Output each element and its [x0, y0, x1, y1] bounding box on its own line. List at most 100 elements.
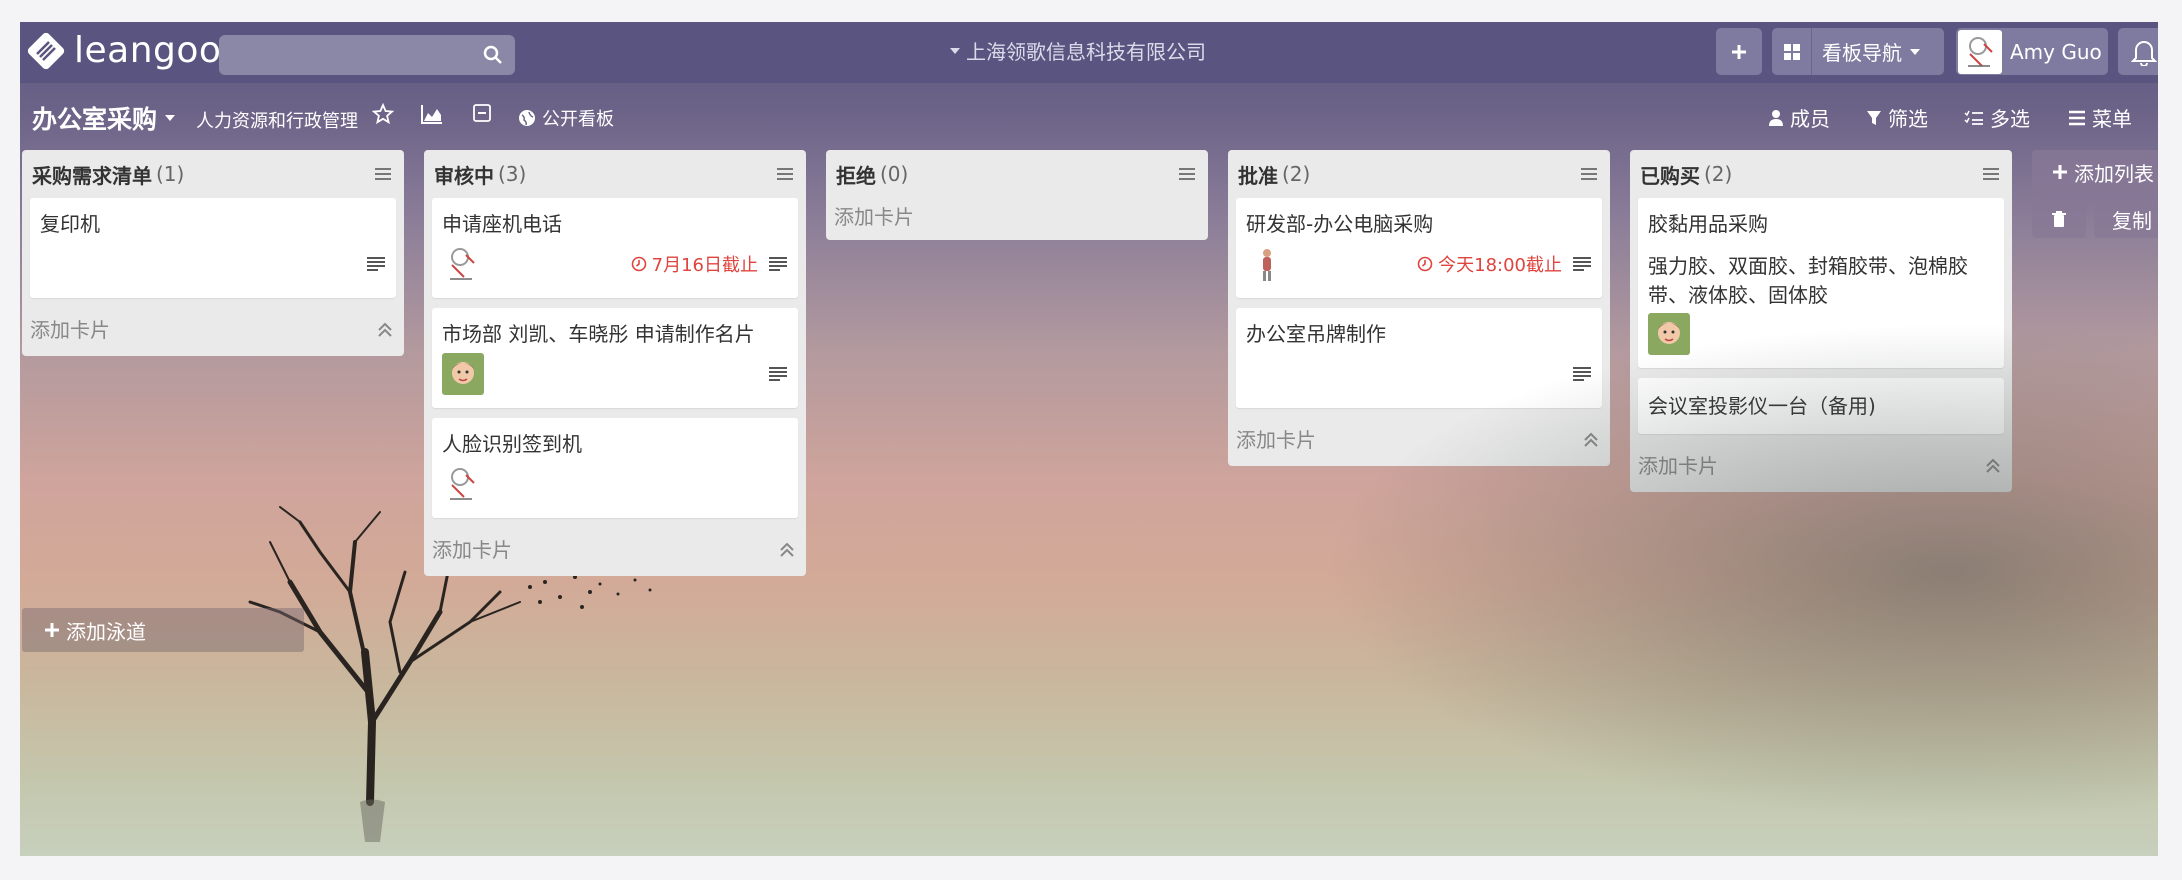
search-icon[interactable] [483, 45, 503, 69]
member-avatar[interactable] [1246, 243, 1288, 285]
add-swimlane-button[interactable]: 添加泳道 [22, 608, 304, 652]
add-card-button[interactable]: 添加卡片 [1236, 418, 1602, 458]
list-header[interactable]: 已购买 (2) [1638, 150, 2004, 198]
members-button[interactable]: 成员 [1768, 103, 1830, 132]
clock-icon [1417, 256, 1433, 272]
create-button[interactable] [1716, 28, 1762, 75]
filter-label: 筛选 [1888, 107, 1928, 131]
card-title: 申请座机电话 [442, 212, 562, 236]
collapse-up-icon[interactable] [778, 540, 796, 558]
hamburger-icon [2069, 110, 2085, 125]
card[interactable]: 人脸识别签到机 [432, 418, 798, 518]
member-avatar[interactable] [442, 243, 484, 285]
description-icon [769, 367, 787, 381]
collapse-up-icon[interactable] [376, 320, 394, 338]
card-footer [40, 242, 386, 286]
globe-icon [519, 110, 535, 126]
star-icon[interactable] [371, 102, 395, 129]
delete-button[interactable] [2032, 200, 2086, 238]
list-header[interactable]: 拒绝 (0) [834, 150, 1200, 198]
filter-button[interactable]: 筛选 [1866, 103, 1928, 132]
list-header[interactable]: 采购需求清单 (1) [30, 150, 396, 198]
user-menu[interactable]: Amy Guo [1956, 28, 2108, 75]
add-card-button[interactable]: 添加卡片 [432, 528, 798, 568]
card[interactable]: 复印机 [30, 198, 396, 298]
board-app: leangoo 上海领歌信息科技有限公司 看板导航 Amy Guo 办公室采购 … [20, 22, 2158, 856]
list-title: 拒绝 [836, 163, 876, 188]
list-count: (2) [1704, 162, 1733, 186]
card-footer [442, 462, 788, 506]
list-check-icon [1964, 110, 1983, 125]
copy-button[interactable]: 复制 [2094, 200, 2158, 238]
card-title: 复印机 [40, 212, 100, 236]
card-title: 人脸识别签到机 [442, 432, 582, 456]
list-menu-icon[interactable] [776, 166, 794, 185]
user-icon [1769, 109, 1783, 126]
collapse-box-icon[interactable] [472, 103, 492, 127]
description-icon [1573, 367, 1591, 381]
add-list-label: 添加列表 [2074, 161, 2154, 186]
members-label: 成员 [1790, 107, 1830, 131]
logo-text: leangoo [74, 30, 222, 71]
organization-switcher[interactable]: 上海领歌信息科技有限公司 [950, 36, 1206, 65]
list-menu-icon[interactable] [1178, 166, 1196, 185]
plus-icon [45, 623, 59, 637]
member-avatar[interactable] [1648, 313, 1690, 355]
board-navigation-button[interactable]: 看板导航 [1772, 28, 1944, 75]
public-board-label: 公开看板 [542, 109, 614, 130]
add-card-button[interactable]: 添加卡片 [834, 198, 1200, 232]
board-title[interactable]: 办公室采购 [32, 100, 176, 136]
due-date-badge[interactable]: 7月16日截止 [631, 251, 758, 277]
list-menu-icon[interactable] [374, 166, 392, 185]
collapse-up-icon[interactable] [1984, 456, 2002, 474]
user-name: Amy Guo [2010, 39, 2102, 64]
list-rejected: 拒绝 (0) 添加卡片 [826, 150, 1208, 240]
collapse-up-icon[interactable] [1582, 430, 1600, 448]
board-header: 办公室采购 人力资源和行政管理 公开看板 成员 筛选 多选 菜单 [20, 83, 2158, 145]
card[interactable]: 申请座机电话 7月16日截止 [432, 198, 798, 298]
card-title: 研发部-办公电脑采购 [1246, 212, 1434, 236]
card[interactable]: 会议室投影仪一台（备用) [1638, 378, 2004, 434]
member-avatar[interactable] [442, 463, 484, 505]
card[interactable]: 市场部 刘凯、车晓彤 申请制作名片 [432, 308, 798, 408]
add-list-button[interactable]: 添加列表 [2032, 150, 2158, 194]
card[interactable]: 研发部-办公电脑采购 今天18:00截止 [1236, 198, 1602, 298]
top-navigation-bar: leangoo 上海领歌信息科技有限公司 看板导航 Amy Guo [20, 22, 2158, 83]
description-icon [769, 257, 787, 271]
leangoo-logo[interactable]: leangoo [26, 30, 221, 71]
card-title: 办公室吊牌制作 [1246, 322, 1386, 346]
card[interactable]: 办公室吊牌制作 [1236, 308, 1602, 408]
card-title: 会议室投影仪一台（备用) [1648, 394, 1876, 418]
list-under-review: 审核中 (3) 申请座机电话 7月16日截止 市场部 刘凯、车晓彤 申请制作名片 [424, 150, 806, 576]
card[interactable]: 胶黏用品采购 强力胶、双面胶、封箱胶带、泡棉胶带、液体胶、固体胶 [1638, 198, 2004, 368]
multi-select-button[interactable]: 多选 [1964, 103, 2030, 132]
multi-select-label: 多选 [1990, 107, 2030, 131]
due-date-text: 今天18:00截止 [1438, 255, 1562, 276]
list-header[interactable]: 审核中 (3) [432, 150, 798, 198]
list-menu-icon[interactable] [1982, 166, 2000, 185]
add-swimlane-label: 添加泳道 [66, 619, 146, 644]
public-board-toggle[interactable]: 公开看板 [518, 105, 614, 131]
search-input[interactable] [219, 35, 515, 75]
chart-icon[interactable] [420, 103, 444, 129]
description-icon [367, 257, 385, 271]
list-header[interactable]: 批准 (2) [1236, 150, 1602, 198]
list-menu-icon[interactable] [1580, 166, 1598, 185]
notifications-button[interactable] [2118, 28, 2158, 75]
member-avatar[interactable] [442, 353, 484, 395]
copy-label: 复制 [2112, 208, 2152, 233]
due-date-badge[interactable]: 今天18:00截止 [1417, 251, 1562, 277]
card-footer: 7月16日截止 [442, 242, 788, 286]
board-group-name[interactable]: 人力资源和行政管理 [196, 107, 358, 133]
caret-down-icon [1910, 48, 1920, 55]
add-card-button[interactable]: 添加卡片 [30, 308, 396, 348]
list-count: (1) [156, 162, 185, 186]
global-search [219, 35, 515, 75]
list-title: 审核中 [434, 163, 494, 188]
list-count: (2) [1282, 162, 1311, 186]
add-card-label: 添加卡片 [1236, 427, 1316, 452]
list-title: 采购需求清单 [32, 163, 152, 188]
add-card-button[interactable]: 添加卡片 [1638, 444, 2004, 484]
menu-button[interactable]: 菜单 [2068, 103, 2132, 132]
card-footer [1246, 352, 1592, 396]
